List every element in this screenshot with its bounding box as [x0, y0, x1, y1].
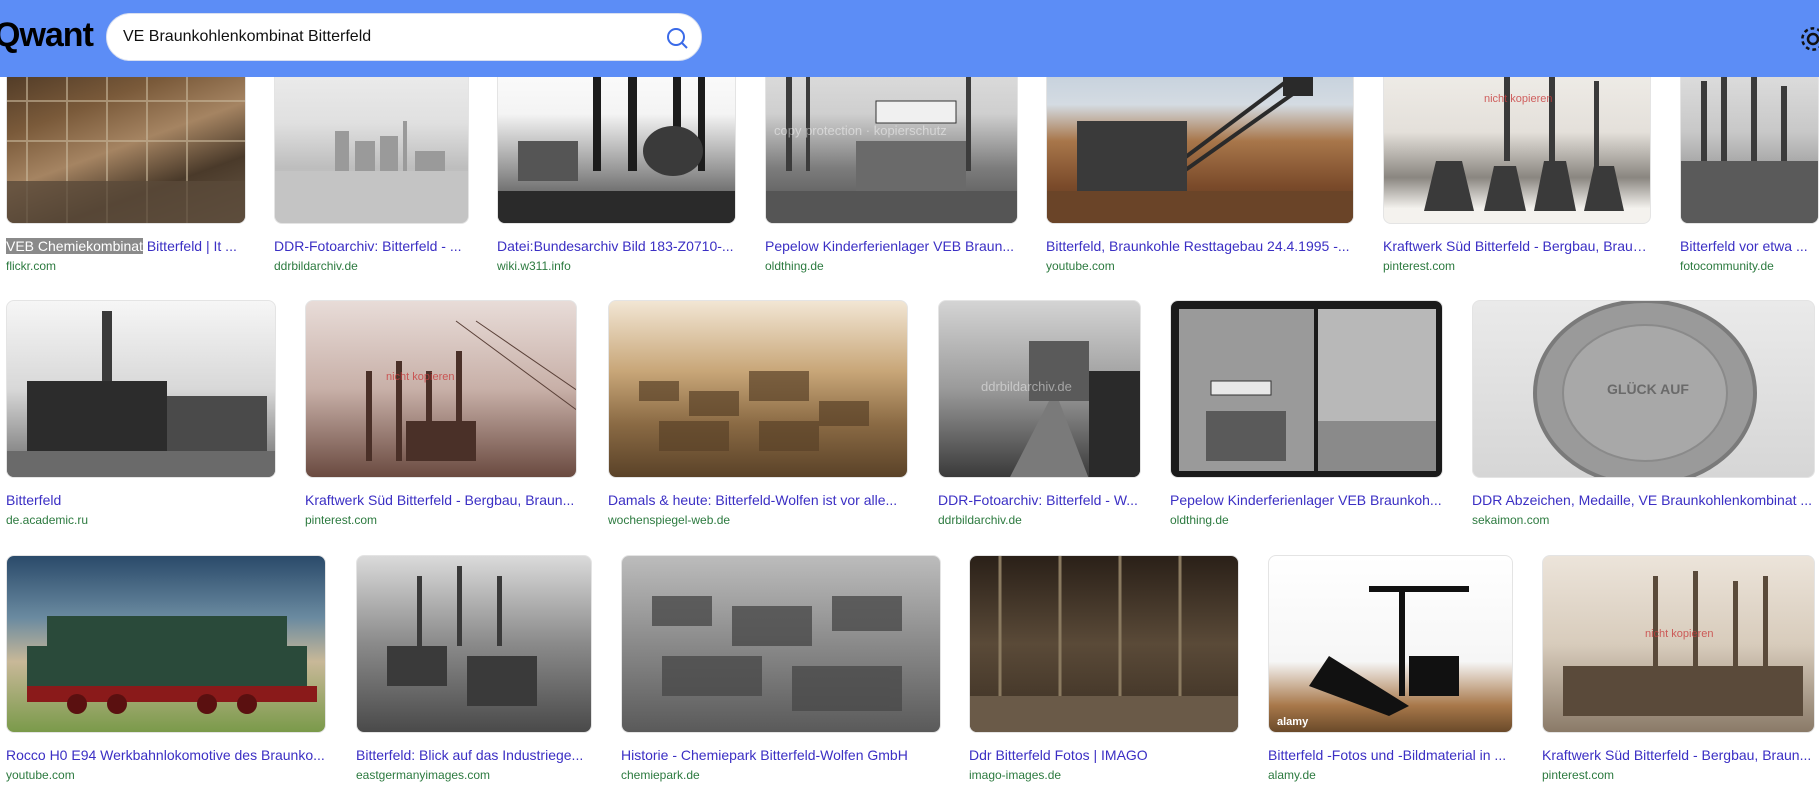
result-thumbnail[interactable]: alamy: [1268, 555, 1513, 733]
result-caption[interactable]: Datei:Bundesarchiv Bild 183-Z0710-...: [497, 238, 736, 254]
result-caption[interactable]: Pepelow Kinderferienlager VEB Braunkoh..…: [1170, 492, 1443, 508]
watermark-text: nicht kopieren: [386, 371, 455, 383]
result-domain: wochenspiegel-web.de: [608, 513, 731, 527]
result-domain: ddrbildarchiv.de: [274, 259, 358, 273]
result-thumbnail[interactable]: [621, 555, 941, 733]
excavator-silhouette-image: [1309, 586, 1469, 716]
abandoned-hall-image: [970, 556, 1238, 732]
result-domain: fotocommunity.de: [1680, 259, 1774, 273]
result-thumbnail[interactable]: [6, 300, 276, 478]
result-domain: youtube.com: [6, 768, 75, 782]
result-domain: pinterest.com: [1383, 259, 1456, 273]
result-domain: wiki.w311.info: [497, 259, 571, 273]
result-domain: youtube.com: [1046, 259, 1115, 273]
search-input[interactable]: [123, 14, 643, 60]
watermark-text: nicht kopieren: [1645, 628, 1714, 640]
watermark-text: copy protection · kopierschutz: [774, 123, 947, 138]
result-thumbnail[interactable]: nicht kopieren: [305, 300, 577, 478]
result-domain: alamy.de: [1268, 768, 1316, 782]
result-caption[interactable]: DDR-Fotoarchiv: Bitterfeld - ...: [274, 238, 469, 254]
result-domain: pinterest.com: [305, 513, 378, 527]
power-plant-image: [7, 311, 275, 477]
result-thumbnail[interactable]: [608, 300, 908, 478]
result-domain: pinterest.com: [1542, 768, 1615, 782]
result-domain: sekaimon.com: [1472, 513, 1550, 527]
search-icon[interactable]: [665, 26, 689, 50]
result-domain: de.academic.ru: [6, 513, 89, 527]
result-thumbnail[interactable]: [969, 555, 1239, 733]
watermark-text: nicht kopieren: [1484, 93, 1553, 105]
watermark-text: ddrbildarchiv.de: [981, 379, 1072, 394]
image-results-grid: VEB Chemiekombinat Bitterfeld | It ... f…: [0, 0, 1819, 787]
qwant-logo[interactable]: Qwant: [0, 16, 94, 55]
result-caption[interactable]: Ddr Bitterfeld Fotos | IMAGO: [969, 747, 1239, 763]
aerial-industry-image: [639, 371, 869, 451]
result-domain: oldthing.de: [1170, 513, 1229, 527]
result-caption[interactable]: DDR Abzeichen, Medaille, VE Braunkohlenk…: [1472, 492, 1815, 508]
result-thumbnail[interactable]: GLÜCK AUF: [1472, 300, 1815, 478]
result-thumbnail[interactable]: [1170, 300, 1443, 478]
result-caption[interactable]: Bitterfeld: [6, 492, 276, 508]
result-caption[interactable]: Bitterfeld vor etwa ...: [1680, 238, 1819, 254]
watermark-text: alamy: [1277, 716, 1309, 728]
result-caption[interactable]: Rocco H0 E94 Werkbahnlokomotive des Brau…: [6, 747, 326, 763]
aerial-industry-image: [387, 566, 537, 706]
result-caption[interactable]: DDR-Fotoarchiv: Bitterfeld - W...: [938, 492, 1141, 508]
result-domain: flickr.com: [6, 259, 57, 273]
result-domain: chemiepark.de: [621, 768, 700, 782]
search-box[interactable]: [106, 13, 702, 61]
result-domain: ddrbildarchiv.de: [938, 513, 1022, 527]
result-caption[interactable]: Bitterfeld -Fotos und -Bildmaterial in .…: [1268, 747, 1513, 763]
result-domain: eastgermanyimages.com: [356, 768, 491, 782]
chimneys-image: [366, 320, 576, 461]
model-locomotive-image: [27, 616, 317, 714]
result-caption[interactable]: Bitterfeld: Blick auf das Industriege...: [356, 747, 592, 763]
result-caption[interactable]: Kraftwerk Süd Bitterfeld - Bergbau, Brau…: [1542, 747, 1815, 763]
result-domain: oldthing.de: [765, 259, 824, 273]
result-caption[interactable]: Pepelow Kinderferienlager VEB Braun...: [765, 238, 1018, 254]
medal-text: GLÜCK AUF: [1607, 381, 1689, 397]
result-caption[interactable]: Damals & heute: Bitterfeld-Wolfen ist vo…: [608, 492, 908, 508]
result-domain: imago-images.de: [969, 768, 1062, 782]
aerial-chemiepark-image: [652, 596, 902, 711]
result-caption[interactable]: Kraftwerk Süd Bitterfeld - Bergbau, Brau…: [305, 492, 577, 508]
postcard-image: [1179, 309, 1436, 471]
gear-icon[interactable]: [1798, 24, 1819, 54]
result-caption[interactable]: VEB Chemiekombinat Bitterfeld | It ...: [6, 238, 246, 254]
result-thumbnail[interactable]: nicht kopieren: [1542, 555, 1815, 733]
result-caption[interactable]: Bitterfeld, Braunkohle Resttagebau 24.4.…: [1046, 238, 1354, 254]
result-thumbnail[interactable]: [356, 555, 592, 733]
result-thumbnail[interactable]: [6, 555, 326, 733]
postcard-chimneys-image: [1563, 571, 1803, 716]
result-caption[interactable]: Kraftwerk Süd Bitterfeld - Bergbau, Brau…: [1383, 238, 1651, 254]
top-bar: Qwant: [0, 0, 1819, 77]
result-caption[interactable]: Historie - Chemiepark Bitterfeld-Wolfen …: [621, 747, 941, 763]
result-thumbnail[interactable]: ddrbildarchiv.de: [938, 300, 1141, 478]
